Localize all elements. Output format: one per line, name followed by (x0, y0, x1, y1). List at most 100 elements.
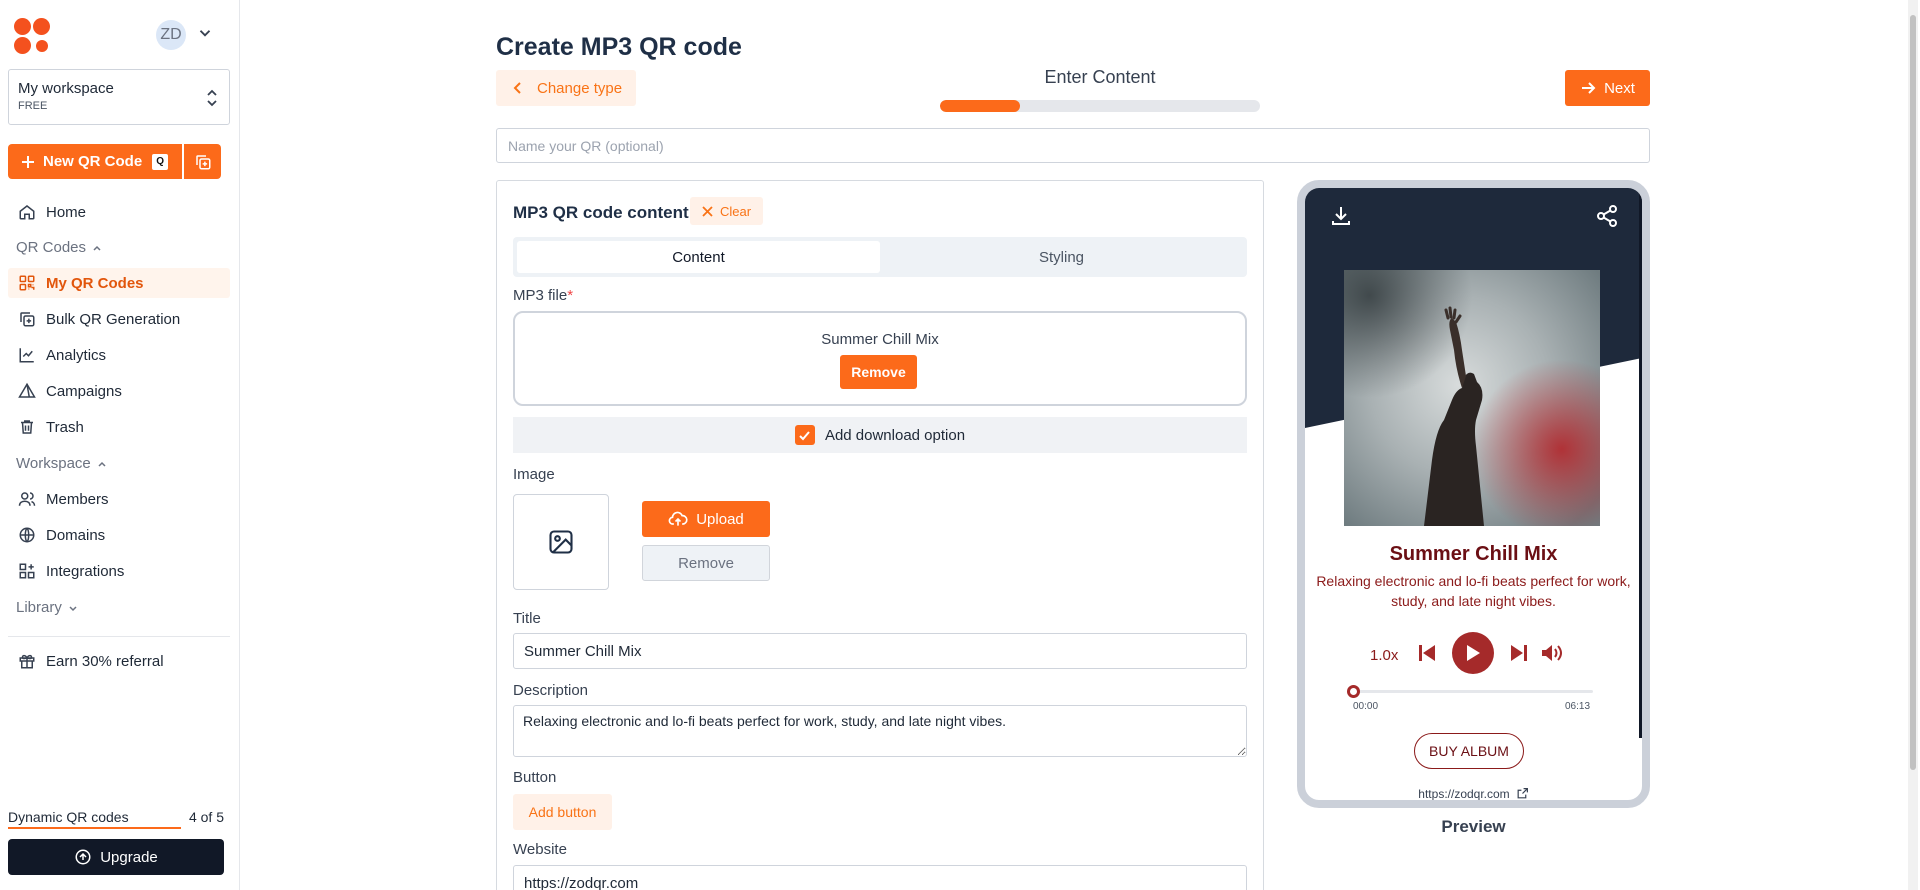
cloud-upload-icon (668, 511, 688, 526)
preview-url: https://zodqr.com (1418, 787, 1510, 801)
button-label: Button (513, 769, 557, 786)
sidebar-item-trash[interactable]: Trash (8, 412, 230, 442)
next-label: Next (1604, 79, 1635, 97)
upgrade-button[interactable]: Upgrade (8, 839, 224, 875)
step-progress-fill (940, 100, 1020, 112)
nav-group-library[interactable]: Library (16, 599, 78, 616)
image-label: Image (513, 466, 555, 483)
qr-name-input[interactable] (496, 128, 1650, 163)
sidebar-item-my-qr-codes[interactable]: My QR Codes (8, 268, 230, 298)
sidebar-item-analytics[interactable]: Analytics (8, 340, 230, 370)
clear-label: Clear (719, 203, 752, 219)
image-placeholder[interactable] (513, 494, 609, 590)
close-icon (702, 205, 713, 217)
sidebar-item-campaigns[interactable]: Campaigns (8, 376, 230, 406)
chevron-down-icon[interactable] (196, 24, 214, 42)
sidebar-item-label: Bulk QR Generation (46, 310, 181, 328)
file-name: Summer Chill Mix (821, 331, 939, 348)
sidebar-item-domains[interactable]: Domains (8, 520, 230, 550)
title-label: Title (513, 610, 541, 627)
duplicate-qr-button[interactable] (184, 144, 221, 179)
website-input[interactable] (513, 865, 1247, 890)
mp3-file-label-text: MP3 file (513, 287, 568, 304)
sidebar-item-members[interactable]: Members (8, 484, 230, 514)
quota-label: Dynamic QR codes (8, 809, 129, 825)
avatar[interactable]: ZD (156, 20, 186, 50)
description-textarea[interactable]: Relaxing electronic and lo-fi beats perf… (513, 705, 1247, 757)
download-option-checkbox[interactable] (794, 425, 815, 445)
play-button[interactable] (1452, 632, 1494, 674)
section-title: MP3 QR code content (513, 203, 689, 222)
buy-album-button[interactable]: BUY ALBUM (1414, 733, 1524, 769)
app-logo[interactable] (14, 18, 50, 54)
time-total: 06:13 (1565, 701, 1591, 712)
nav-group-label: Library (16, 599, 62, 616)
playback-speed[interactable]: 1.0x (1370, 647, 1398, 664)
seek-bar[interactable] (1347, 685, 1593, 698)
step-progress-bar (940, 100, 1260, 112)
sidebar-item-integrations[interactable]: Integrations (8, 556, 230, 586)
qr-grid-icon (19, 275, 35, 291)
upload-button[interactable]: Upload (642, 501, 770, 537)
gift-icon (19, 654, 35, 669)
workspace-switcher[interactable]: My workspace FREE (8, 69, 230, 125)
description-label: Description (513, 682, 589, 699)
preview-url-link[interactable]: https://zodqr.com (1305, 787, 1642, 801)
home-icon (19, 205, 35, 220)
change-type-label: Change type (537, 79, 623, 97)
title-input[interactable] (513, 633, 1247, 669)
sidebar-item-bulk-qr-generation[interactable]: Bulk QR Generation (8, 304, 230, 334)
next-button[interactable]: Next (1565, 70, 1650, 106)
nav-group-workspace[interactable]: Workspace (16, 455, 107, 472)
mp3-file-dropzone[interactable]: Summer Chill Mix Remove (513, 311, 1247, 406)
add-button-button[interactable]: Add button (513, 794, 612, 830)
workspace-name: My workspace (18, 80, 114, 97)
chevron-down-icon (69, 605, 77, 611)
seek-handle[interactable] (1347, 685, 1360, 698)
sidebar-item-label: Trash (46, 418, 84, 436)
skip-previous-icon[interactable] (1418, 643, 1436, 663)
page-title: Create MP3 QR code (496, 33, 742, 61)
preview-scrollbar[interactable] (1639, 188, 1642, 738)
mp3-file-label: MP3 file* (513, 287, 573, 304)
page-scrollbar[interactable] (1908, 0, 1918, 890)
image-icon (549, 530, 573, 554)
tab-content[interactable]: Content (517, 241, 880, 273)
chevron-left-icon (513, 82, 521, 94)
skip-next-icon[interactable] (1510, 643, 1528, 663)
bulk-copy-icon (20, 312, 35, 327)
sidebar-divider (8, 636, 230, 637)
nav-group-label: Workspace (16, 455, 91, 472)
upgrade-label: Upgrade (100, 848, 158, 866)
file-remove-button[interactable]: Remove (840, 355, 917, 389)
sidebar-item-label: Home (46, 203, 87, 221)
upload-label: Upload (696, 510, 744, 528)
sidebar-item-label: Campaigns (46, 382, 122, 400)
share-icon[interactable] (1595, 204, 1619, 228)
arrow-up-circle-icon (75, 849, 91, 865)
image-remove-button[interactable]: Remove (642, 545, 770, 581)
analytics-icon (19, 348, 34, 363)
new-qr-label: New QR Code (43, 153, 143, 170)
chevron-updown-icon (207, 89, 217, 107)
clear-button[interactable]: Clear (690, 197, 763, 225)
volume-icon[interactable] (1541, 644, 1563, 662)
preview-track-description: Relaxing electronic and lo-fi beats perf… (1316, 573, 1631, 609)
campaign-icon (18, 382, 36, 398)
download-icon[interactable] (1329, 204, 1353, 228)
download-option-row[interactable]: Add download option (513, 417, 1247, 453)
sidebar-item-label: Analytics (46, 346, 107, 364)
sidebar-item-referral[interactable]: Earn 30% referral (8, 646, 230, 676)
globe-icon (19, 527, 35, 543)
sidebar-item-label: Earn 30% referral (46, 652, 164, 670)
new-qr-code-button[interactable]: New QR Code Q (8, 144, 182, 179)
sidebar-item-home[interactable]: Home (8, 197, 230, 227)
page-scrollbar-thumb[interactable] (1910, 15, 1916, 770)
nav-group-qr-codes[interactable]: QR Codes (16, 239, 102, 256)
tab-styling[interactable]: Styling (880, 241, 1243, 273)
chevron-up-icon (98, 461, 106, 467)
change-type-button[interactable]: Change type (496, 70, 636, 106)
content-panel: MP3 QR code content Clear Content Stylin… (496, 180, 1264, 890)
website-label: Website (513, 841, 567, 858)
sidebar-item-label: Integrations (46, 562, 125, 580)
